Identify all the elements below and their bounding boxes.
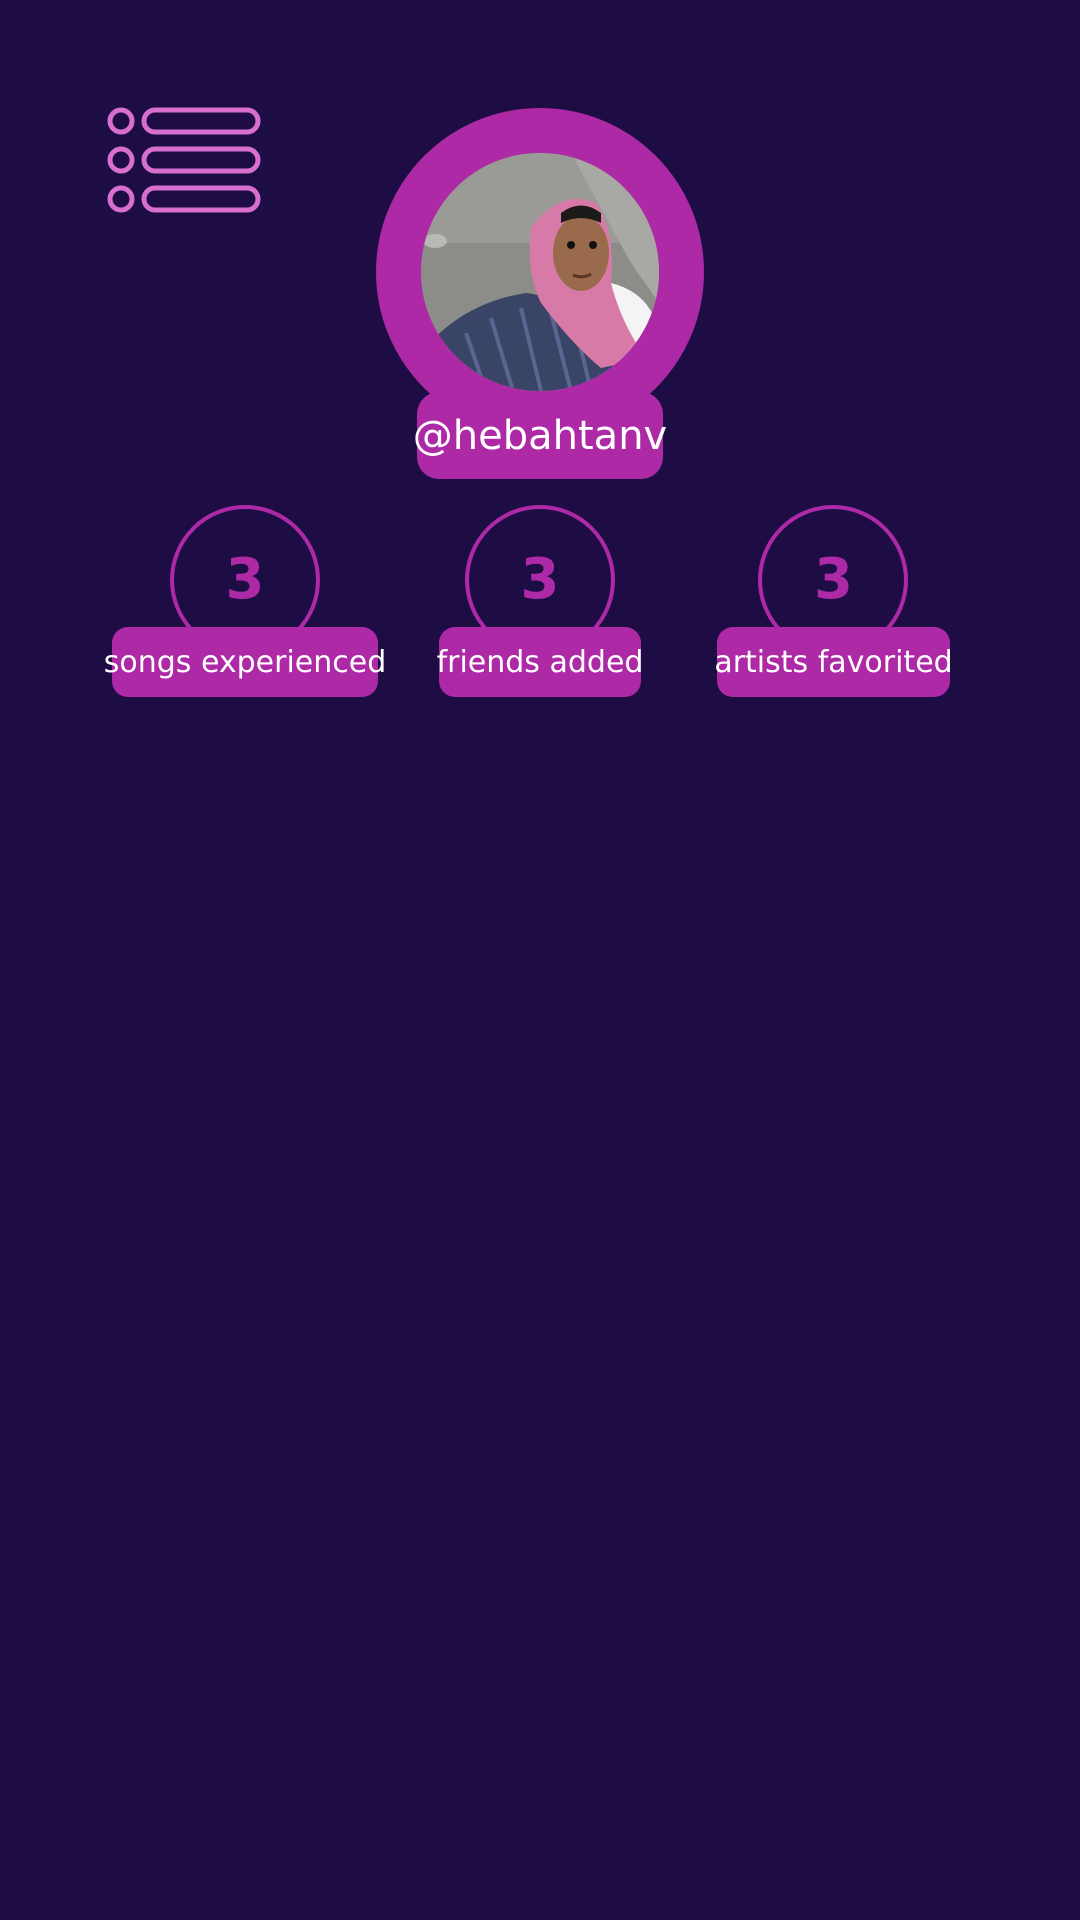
stat-label: friends added [437,627,643,697]
avatar[interactable] [421,153,659,391]
stat-label: songs experienced [104,627,386,697]
stat-label: artists favorited [714,627,953,697]
list-menu-icon[interactable] [104,104,264,216]
avatar-ring [376,108,704,436]
username: @hebahtanv [413,392,667,479]
profile-screen: @hebahtanv 3 songs experienced 3 friends… [0,0,1080,1920]
